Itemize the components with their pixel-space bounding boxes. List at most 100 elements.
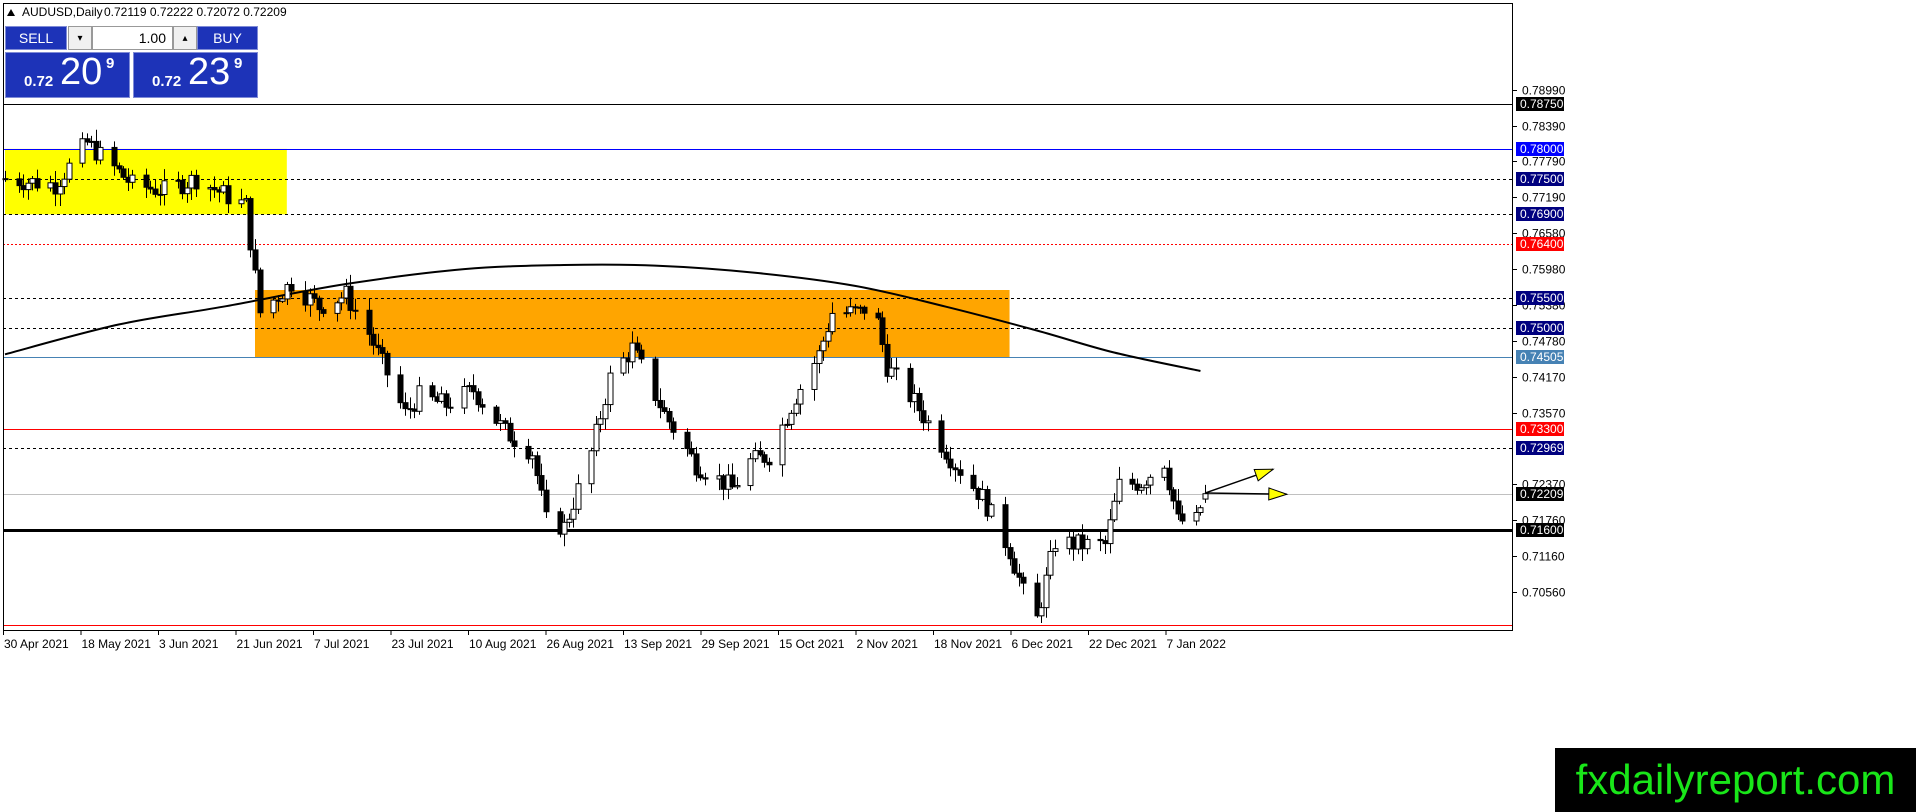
candle-body <box>538 475 545 491</box>
candle-body <box>879 317 886 345</box>
candle <box>1052 539 1059 557</box>
level-price-label: 0.72969 <box>1520 441 1564 455</box>
candle-body <box>379 347 386 354</box>
candle <box>734 477 741 490</box>
candle-body <box>1138 487 1145 491</box>
candle <box>402 392 409 416</box>
candle-body <box>970 474 977 489</box>
candle-body <box>1016 572 1023 578</box>
y-tick-label: 0.77790 <box>1522 155 1566 169</box>
candle-body <box>211 187 218 191</box>
sell-price-prefix: 0.72 <box>24 73 54 90</box>
sell-price-box[interactable]: 0.72 20 9 <box>5 51 130 98</box>
candle <box>938 414 945 459</box>
candle-body <box>925 420 932 424</box>
candle <box>443 390 450 417</box>
candle-body <box>438 393 445 402</box>
candle-body <box>1129 478 1136 485</box>
lot-size-input[interactable]: 1.00 <box>92 26 173 50</box>
lot-increase-button[interactable]: ▴ <box>173 26 197 50</box>
buy-price-box[interactable]: 0.72 23 9 <box>133 51 258 98</box>
candle-body <box>588 450 595 485</box>
arrows-layer <box>1204 468 1289 501</box>
candle-body <box>1197 507 1204 513</box>
candle <box>1134 478 1141 495</box>
candle-body <box>607 372 614 406</box>
candle-body <box>184 187 191 195</box>
candle <box>88 135 95 148</box>
candle <box>1097 531 1104 552</box>
collapse-triangle-icon[interactable] <box>7 9 15 16</box>
candle-body <box>288 284 295 292</box>
candle <box>766 457 773 472</box>
candle-body <box>693 453 700 476</box>
candle-body <box>702 477 709 480</box>
candle <box>1116 466 1123 505</box>
candle-body <box>25 182 32 191</box>
candle-body <box>670 421 677 433</box>
candle-body <box>697 474 704 479</box>
candle <box>1002 496 1009 556</box>
candle-body <box>238 199 245 205</box>
x-tick-label: 2 Nov 2021 <box>857 637 919 651</box>
candle-body <box>252 249 259 271</box>
level-price-label: 0.71600 <box>1520 523 1564 537</box>
buy-button[interactable]: BUY <box>197 26 258 50</box>
candle-body <box>479 404 486 408</box>
candle-body <box>475 391 482 406</box>
y-tick-label: 0.78390 <box>1522 120 1566 134</box>
sell-button[interactable]: SELL <box>5 26 67 50</box>
candle-body <box>1170 489 1177 502</box>
candle-body <box>761 454 768 463</box>
candle-body <box>947 458 954 469</box>
x-tick-label: 21 Jun 2021 <box>237 637 303 651</box>
candle <box>652 356 659 407</box>
lot-decrease-button[interactable]: ▾ <box>68 26 92 50</box>
candle-body <box>57 186 64 195</box>
level-price-label: 0.74505 <box>1520 350 1564 364</box>
candle-body <box>1116 478 1123 502</box>
candle-body <box>888 367 895 377</box>
candle <box>397 366 404 409</box>
candle <box>79 132 86 168</box>
candle-body <box>688 448 695 455</box>
candle <box>925 415 932 432</box>
x-tick-label: 30 Apr 2021 <box>4 637 69 651</box>
candle-body <box>957 469 964 476</box>
candle-body <box>497 420 504 424</box>
candle <box>1070 532 1077 561</box>
candle-body <box>911 392 918 403</box>
candle-body <box>152 188 159 195</box>
candle-body <box>507 422 514 442</box>
candle-body <box>629 342 636 363</box>
candle-body <box>875 312 882 319</box>
x-tick-label: 15 Oct 2021 <box>779 637 845 651</box>
candle <box>747 453 754 491</box>
candle <box>1147 474 1154 495</box>
candle-body <box>334 302 341 314</box>
candle-body <box>1047 550 1054 576</box>
candle-body <box>602 404 609 420</box>
one-click-trading-panel: SELL ▾ 1.00 ▴ BUY 0.72 20 9 0.72 23 9 <box>5 26 258 98</box>
candle-body <box>638 349 645 360</box>
symbol-label: AUDUSD,Daily <box>22 5 103 19</box>
candle-body <box>529 455 536 460</box>
candle-body <box>1102 540 1109 545</box>
candle-body <box>352 309 359 312</box>
candle <box>575 474 582 515</box>
candle-body <box>161 180 168 195</box>
candle <box>957 460 964 484</box>
brand-watermark: fxdailyreport.com <box>1555 748 1916 812</box>
candle-body <box>320 309 327 314</box>
candle-body <box>734 485 741 488</box>
candle-body <box>247 198 254 251</box>
x-tick-label: 3 Jun 2021 <box>159 637 219 651</box>
candle-body <box>1193 511 1200 522</box>
buy-price-prefix: 0.72 <box>152 73 182 90</box>
candle-body <box>79 138 86 164</box>
candle-body <box>316 297 323 311</box>
candle-body <box>825 331 832 342</box>
candle-body <box>120 168 127 178</box>
candle-body <box>97 146 104 161</box>
candle-body <box>257 269 264 314</box>
